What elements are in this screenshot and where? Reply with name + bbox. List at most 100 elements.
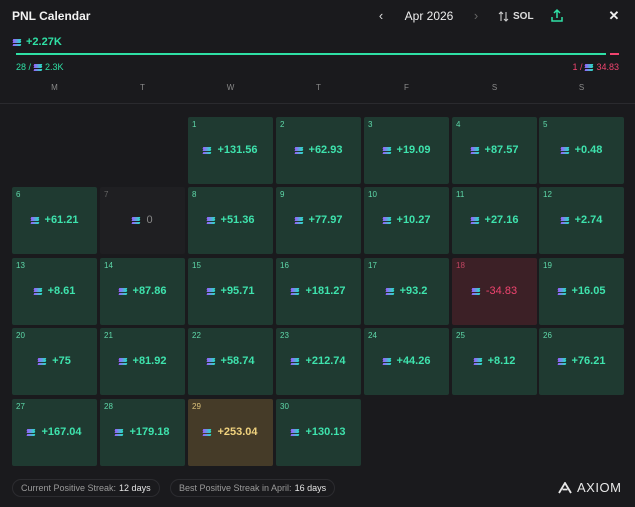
positive-summary: 28 / 2.3K [16, 62, 64, 72]
calendar-day-cell[interactable]: 12 +2.74 [539, 187, 624, 254]
day-number: 27 [16, 402, 25, 411]
solana-icon [132, 216, 141, 224]
day-number: 23 [280, 331, 289, 340]
solana-icon [30, 216, 39, 224]
day-pnl-value: +95.71 [220, 285, 255, 297]
day-pnl-value: +2.74 [574, 214, 603, 226]
day-pnl: +10.27 [364, 214, 449, 226]
weekday-label: M [51, 83, 58, 92]
solana-icon [37, 357, 47, 365]
best-streak-value: 16 days [294, 483, 327, 493]
calendar-day-cell[interactable]: 1 +131.56 [188, 117, 273, 184]
calendar-day-cell[interactable]: 70 [100, 187, 185, 254]
solana-icon [294, 146, 303, 154]
chevron-left-icon: ‹ [378, 8, 384, 23]
calendar-day-cell[interactable]: 13 +8.61 [12, 258, 97, 325]
current-streak-badge: Current Positive Streak: 12 days [12, 479, 160, 497]
solana-icon [33, 63, 43, 71]
solana-icon [206, 287, 215, 295]
day-pnl: +0.48 [539, 144, 624, 156]
day-pnl-value: +8.61 [47, 285, 76, 297]
calendar-day-cell[interactable]: 14 +87.86 [100, 258, 185, 325]
calendar-day-cell[interactable]: 2 +62.93 [276, 117, 361, 184]
calendar-day-cell[interactable]: 29 +253.04 [188, 399, 273, 466]
calendar-day-cell[interactable]: 4 +87.57 [452, 117, 537, 184]
calendar-day-cell[interactable]: 26 +76.21 [539, 328, 624, 395]
calendar-day-cell[interactable]: 9 +77.97 [276, 187, 361, 254]
day-pnl-value: +44.26 [396, 355, 431, 367]
day-pnl: +93.2 [364, 285, 449, 297]
solana-icon [585, 63, 594, 71]
day-number: 12 [543, 190, 552, 199]
calendar-day-cell[interactable]: 17 +93.2 [364, 258, 449, 325]
total-pnl: +2.27K [12, 36, 62, 48]
best-streak-badge: Best Positive Streak in April: 16 days [170, 479, 336, 497]
day-pnl: +75 [12, 355, 97, 367]
day-pnl: +179.18 [100, 426, 185, 438]
next-month-button[interactable]: › [469, 9, 483, 23]
day-number: 30 [280, 402, 289, 411]
calendar-day-cell[interactable]: 20 +75 [12, 328, 97, 395]
day-pnl: +181.27 [276, 285, 361, 297]
day-pnl: +27.16 [452, 214, 537, 226]
positive-amount: 2.3K [45, 62, 64, 72]
calendar-day-cell[interactable]: 5 +0.48 [539, 117, 624, 184]
negative-summary: 1 / 34.83 [572, 62, 619, 72]
day-number: 11 [456, 190, 465, 199]
close-icon: ✕ [608, 8, 620, 23]
day-pnl: +87.86 [100, 285, 185, 297]
calendar-day-cell[interactable]: 30 +130.13 [276, 399, 361, 466]
day-number: 25 [456, 331, 465, 340]
calendar-day-cell[interactable]: 24 +44.26 [364, 328, 449, 395]
weekday-label: T [316, 83, 321, 92]
day-number: 28 [104, 402, 113, 411]
calendar-day-cell[interactable]: 16 +181.27 [276, 258, 361, 325]
day-number: 7 [104, 190, 109, 199]
day-pnl: +253.04 [188, 426, 273, 438]
calendar-day-cell[interactable]: 18 -34.83 [452, 258, 537, 325]
calendar-day-cell[interactable]: 10 +10.27 [364, 187, 449, 254]
calendar-day-cell[interactable]: 22 +58.74 [188, 328, 273, 395]
current-streak-label: Current Positive Streak: [21, 483, 117, 493]
day-pnl-value: +87.57 [484, 144, 519, 156]
weekday-label: S [578, 83, 585, 92]
day-pnl-value: +81.92 [132, 355, 167, 367]
day-number: 18 [456, 261, 465, 270]
currency-label: SOL [513, 10, 534, 22]
close-button[interactable]: ✕ [607, 9, 621, 23]
calendar-day-cell[interactable]: 6 +61.21 [12, 187, 97, 254]
calendar-day-cell[interactable]: 27 +167.04 [12, 399, 97, 466]
weekday-label: W [226, 83, 235, 92]
current-streak-value: 12 days [119, 483, 151, 493]
day-number: 13 [16, 261, 25, 270]
share-upload-icon[interactable] [549, 8, 565, 24]
day-pnl: 0 [100, 214, 185, 226]
day-pnl-value: +76.21 [571, 355, 606, 367]
day-pnl-value: +181.27 [305, 285, 346, 297]
prev-month-button[interactable]: ‹ [374, 9, 388, 23]
calendar-day-cell[interactable]: 23 +212.74 [276, 328, 361, 395]
day-number: 20 [16, 331, 25, 340]
day-pnl-value: 0 [146, 214, 153, 226]
calendar-header: PNL Calendar ‹ Apr 2026 › SOL ✕ [0, 0, 635, 34]
day-number: 10 [368, 190, 377, 199]
day-pnl-value: +130.13 [305, 426, 346, 438]
calendar-day-cell[interactable]: 28 +179.18 [100, 399, 185, 466]
day-pnl-value: +51.36 [220, 214, 255, 226]
day-pnl: +95.71 [188, 285, 273, 297]
calendar-day-cell[interactable]: 25 +8.12 [452, 328, 537, 395]
solana-icon [206, 357, 215, 365]
calendar-day-cell[interactable]: 3 +19.09 [364, 117, 449, 184]
day-pnl-value: +10.27 [396, 214, 431, 226]
calendar-day-cell[interactable]: 8 +51.36 [188, 187, 273, 254]
calendar-day-cell[interactable]: 15 +95.71 [188, 258, 273, 325]
day-pnl-value: +87.86 [132, 285, 167, 297]
day-pnl: +2.74 [539, 214, 624, 226]
calendar-day-cell[interactable]: 19 +16.05 [539, 258, 624, 325]
currency-toggle-button[interactable]: SOL [498, 9, 534, 23]
calendar-day-cell[interactable]: 21 +81.92 [100, 328, 185, 395]
brand-logo: AXIOM [558, 480, 621, 495]
solana-icon [557, 287, 566, 295]
calendar-day-cell[interactable]: 11 +27.16 [452, 187, 537, 254]
solana-icon [470, 216, 479, 224]
